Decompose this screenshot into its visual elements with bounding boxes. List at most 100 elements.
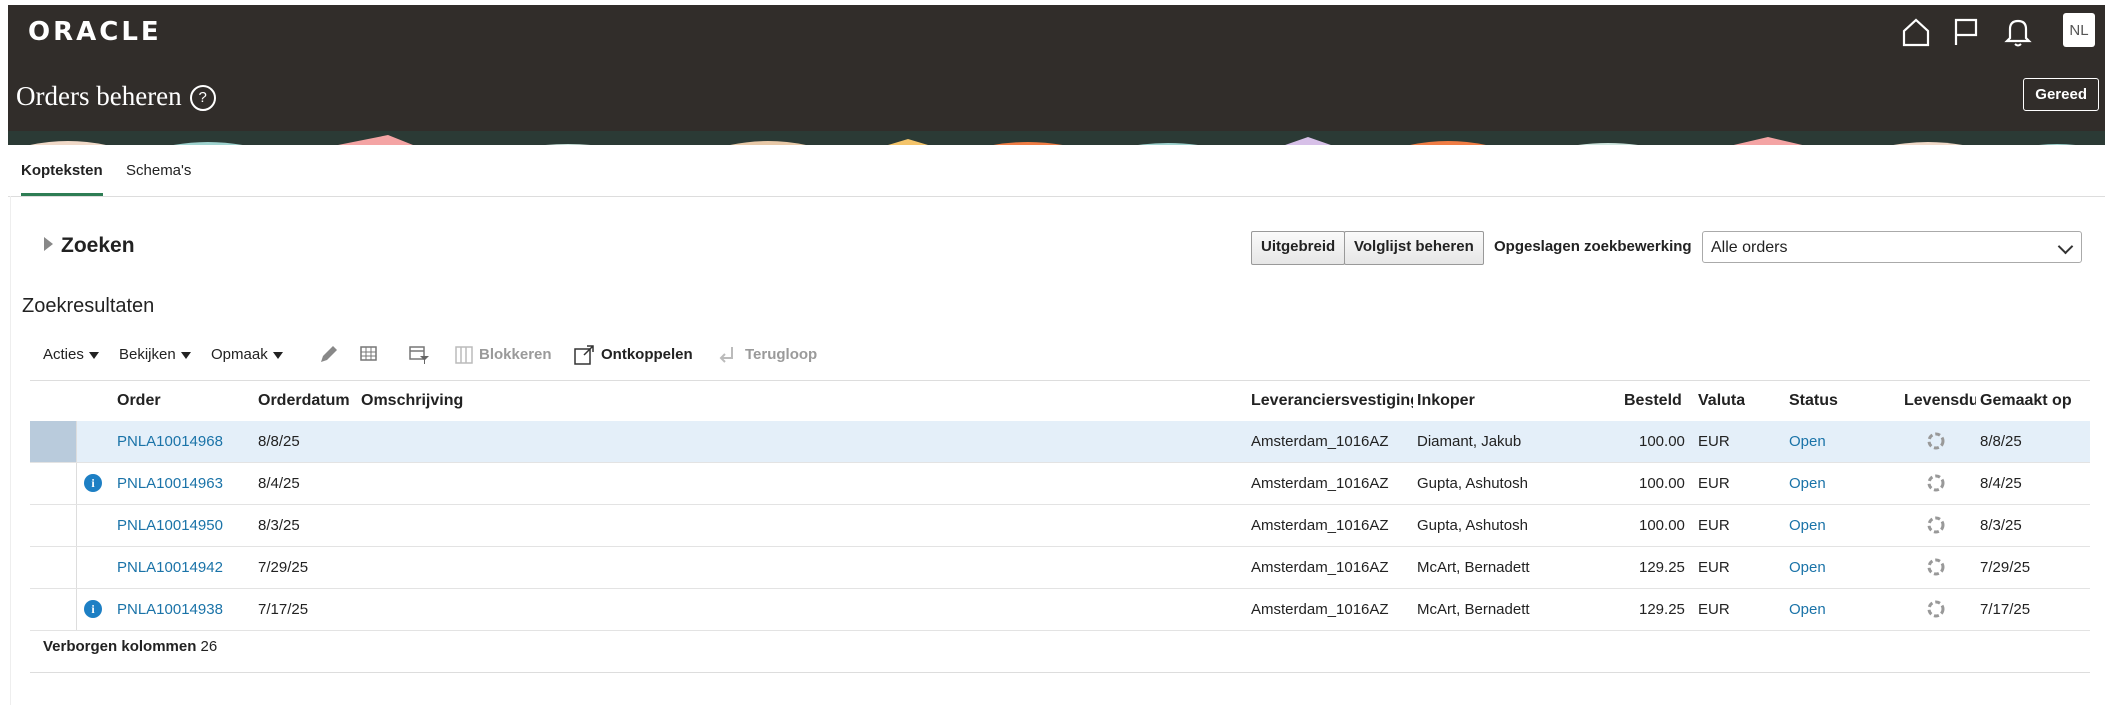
advanced-search-button[interactable]: Uitgebreid xyxy=(1251,231,1346,265)
help-icon[interactable]: ? xyxy=(189,85,216,111)
caret-down-icon xyxy=(88,352,99,359)
lifecycle-icon[interactable] xyxy=(1925,556,1947,578)
ordered-amount: 129.25 xyxy=(1639,559,1685,576)
row-selector[interactable] xyxy=(30,505,77,546)
home-icon[interactable] xyxy=(1899,15,1933,49)
decorative-banner xyxy=(8,131,2105,145)
supplier-site: Amsterdam_1016AZ xyxy=(1251,433,1389,450)
detach-button[interactable]: Ontkoppelen xyxy=(601,346,693,363)
divider xyxy=(30,672,2090,673)
currency: EUR xyxy=(1698,433,1730,450)
buyer: McArt, Bernadett xyxy=(1417,559,1530,576)
hidden-columns-count: 26 xyxy=(200,638,218,655)
currency: EUR xyxy=(1698,559,1730,576)
tab-schemas[interactable]: Schema's xyxy=(126,162,191,193)
view-menu[interactable]: Bekijken xyxy=(119,346,191,363)
lifecycle-icon[interactable] xyxy=(1925,514,1947,536)
col-description[interactable]: Omschrijving xyxy=(361,392,463,410)
table-row[interactable]: i PNLA10014938 7/17/25 Amsterdam_1016AZ … xyxy=(30,589,2090,631)
order-link[interactable]: PNLA10014942 xyxy=(117,559,223,576)
lifecycle-icon[interactable] xyxy=(1925,598,1947,620)
col-currency[interactable]: Valuta xyxy=(1698,392,1745,410)
flag-icon[interactable] xyxy=(1949,15,1983,49)
status-link[interactable]: Open xyxy=(1789,475,1826,492)
col-order-date[interactable]: Orderdatum xyxy=(258,392,350,410)
hidden-columns: Verborgen kolommen 26 xyxy=(43,638,217,655)
view-label: Bekijken xyxy=(119,346,176,363)
tab-bar: Kopteksten Schema's xyxy=(8,150,2105,197)
rollback-icon xyxy=(719,347,733,363)
page-title: Orders beheren? xyxy=(16,81,216,112)
col-lifecycle[interactable]: Levensduur xyxy=(1904,392,1976,410)
saved-search-value: Alle orders xyxy=(1711,239,1788,256)
oracle-logo[interactable]: ORACLE xyxy=(28,17,162,47)
col-buyer[interactable]: Inkoper xyxy=(1417,392,1475,410)
table-row[interactable]: PNLA10014950 8/3/25 Amsterdam_1016AZ Gup… xyxy=(30,505,2090,547)
done-button[interactable]: Gereed xyxy=(2023,78,2099,111)
supplier-site: Amsterdam_1016AZ xyxy=(1251,475,1389,492)
buyer: Diamant, Jakub xyxy=(1417,433,1522,450)
status-link[interactable]: Open xyxy=(1789,517,1826,534)
row-selector[interactable] xyxy=(30,547,77,588)
order-link[interactable]: PNLA10014950 xyxy=(117,517,223,534)
row-selector[interactable] xyxy=(30,589,77,630)
row-selector[interactable] xyxy=(30,421,77,462)
table-row[interactable]: i PNLA10014963 8/4/25 Amsterdam_1016AZ G… xyxy=(30,463,2090,505)
info-icon[interactable]: i xyxy=(84,474,102,492)
ordered-amount: 100.00 xyxy=(1639,475,1685,492)
table-row[interactable]: PNLA10014942 7/29/25 Amsterdam_1016AZ Mc… xyxy=(30,547,2090,589)
caret-down-icon xyxy=(180,352,191,359)
order-date: 8/3/25 xyxy=(258,517,300,534)
lifecycle-icon[interactable] xyxy=(1925,472,1947,494)
col-supplier-site[interactable]: Leveranciersvestiging xyxy=(1251,392,1413,410)
info-icon[interactable]: i xyxy=(84,600,102,618)
bell-icon[interactable] xyxy=(2001,15,2035,49)
actions-menu[interactable]: Acties xyxy=(43,346,99,363)
created-date: 8/8/25 xyxy=(1980,433,2022,450)
row-selector[interactable] xyxy=(30,463,77,504)
col-ordered[interactable]: Besteld xyxy=(1624,392,1682,410)
lifecycle-icon[interactable] xyxy=(1925,430,1947,452)
created-date: 8/4/25 xyxy=(1980,475,2022,492)
status-link[interactable]: Open xyxy=(1789,433,1826,450)
supplier-site: Amsterdam_1016AZ xyxy=(1251,517,1389,534)
actions-label: Acties xyxy=(43,346,84,363)
format-label: Opmaak xyxy=(211,346,268,363)
order-link[interactable]: PNLA10014938 xyxy=(117,601,223,618)
tab-kopteksten[interactable]: Kopteksten xyxy=(21,162,103,196)
col-created[interactable]: Gemaakt op xyxy=(1980,392,2072,410)
supplier-site: Amsterdam_1016AZ xyxy=(1251,601,1389,618)
currency: EUR xyxy=(1698,601,1730,618)
col-order[interactable]: Order xyxy=(117,392,161,410)
order-date: 7/29/25 xyxy=(258,559,309,576)
search-section-title: Zoeken xyxy=(61,234,135,257)
buyer: Gupta, Ashutosh xyxy=(1417,517,1528,534)
block-icon xyxy=(455,346,473,364)
freeze-columns-icon[interactable] xyxy=(358,344,380,366)
created-date: 8/3/25 xyxy=(1980,517,2022,534)
status-link[interactable]: Open xyxy=(1789,559,1826,576)
content-border xyxy=(10,196,11,705)
filter-table-icon[interactable] xyxy=(408,344,430,366)
supplier-site: Amsterdam_1016AZ xyxy=(1251,559,1389,576)
ordered-amount: 100.00 xyxy=(1639,517,1685,534)
table-header: Order Orderdatum Omschrijving Leverancie… xyxy=(30,380,2090,422)
ordered-amount: 129.25 xyxy=(1639,601,1685,618)
block-button: Blokkeren xyxy=(479,346,552,363)
results-title: Zoekresultaten xyxy=(22,295,155,317)
search-section-toggle[interactable]: Zoeken xyxy=(44,234,135,258)
status-link[interactable]: Open xyxy=(1789,601,1826,618)
buyer: Gupta, Ashutosh xyxy=(1417,475,1528,492)
format-menu[interactable]: Opmaak xyxy=(211,346,283,363)
col-status[interactable]: Status xyxy=(1789,392,1838,410)
created-date: 7/17/25 xyxy=(1980,601,2031,618)
manage-watchlist-button[interactable]: Volglijst beheren xyxy=(1344,231,1484,265)
saved-search-select[interactable]: Alle orders xyxy=(1702,231,2082,263)
order-link[interactable]: PNLA10014968 xyxy=(117,433,223,450)
chevron-down-icon xyxy=(2057,238,2074,255)
edit-pencil-icon[interactable] xyxy=(317,344,339,366)
table-row[interactable]: PNLA10014968 8/8/25 Amsterdam_1016AZ Dia… xyxy=(30,421,2090,463)
user-avatar[interactable]: NL xyxy=(2063,13,2095,47)
detach-icon[interactable] xyxy=(573,344,595,366)
order-link[interactable]: PNLA10014963 xyxy=(117,475,223,492)
